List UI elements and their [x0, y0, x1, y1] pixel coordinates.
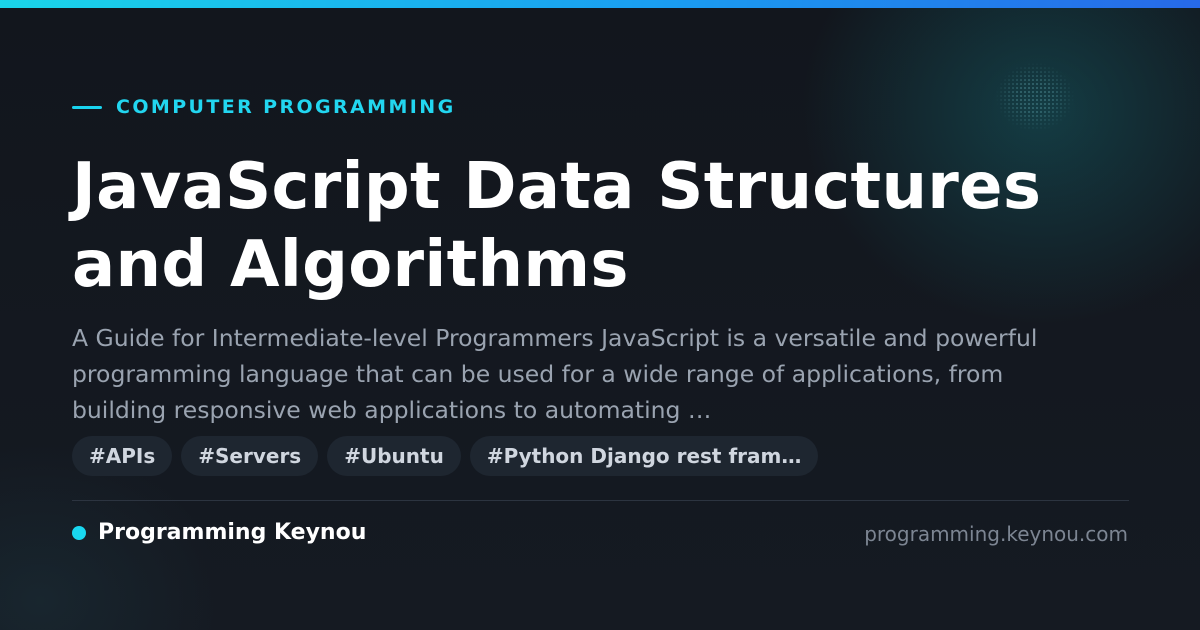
category-label: COMPUTER PROGRAMMING: [116, 96, 456, 118]
site-domain-link[interactable]: programming.keynou.com: [864, 520, 1128, 548]
tag-ubuntu[interactable]: #Ubuntu: [327, 436, 461, 476]
brand-dot-icon: [72, 526, 86, 540]
footer-divider: [72, 500, 1129, 501]
article-description: A Guide for Intermediate-level Programme…: [72, 324, 1038, 424]
tag-servers[interactable]: #Servers: [181, 436, 319, 476]
tag-python-django[interactable]: #Python Django rest fram…: [469, 436, 819, 476]
dot-pattern-decoration: [995, 62, 1075, 132]
tag-list: #APIs #Servers #Ubuntu #Python Django re…: [72, 436, 819, 476]
top-accent-bar: [0, 0, 1200, 8]
brand-name: Programming Keynou: [98, 520, 367, 545]
category-eyebrow: COMPUTER PROGRAMMING: [72, 95, 456, 119]
brand[interactable]: Programming Keynou: [72, 519, 366, 547]
accent-line-icon: [72, 105, 102, 109]
tag-apis[interactable]: #APIs: [72, 436, 173, 476]
page-title: JavaScript Data Structures and Algorithm…: [72, 150, 1042, 302]
